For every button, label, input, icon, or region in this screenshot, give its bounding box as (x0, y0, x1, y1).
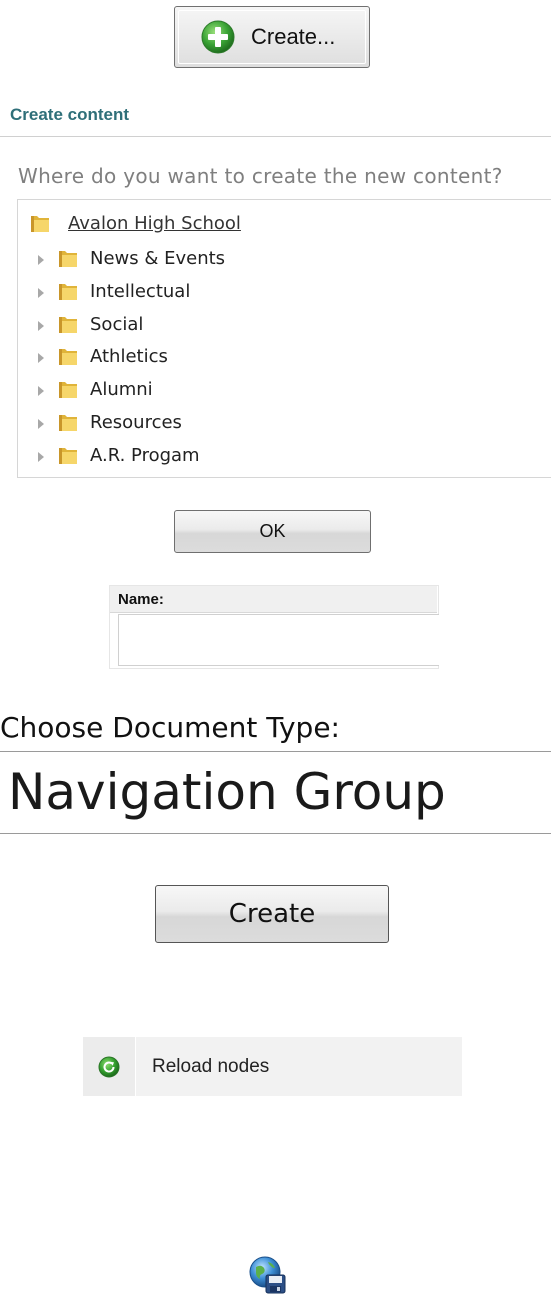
expand-arrow-icon[interactable] (38, 255, 44, 265)
create-menu-button[interactable]: Create... (174, 6, 370, 68)
tree-item[interactable]: Social (38, 313, 143, 335)
document-type-selected-value[interactable]: Navigation Group (8, 760, 446, 824)
ok-button[interactable]: OK (174, 510, 371, 553)
name-input[interactable] (118, 614, 439, 666)
folder-icon (59, 284, 77, 300)
tree-item-label[interactable]: Alumni (90, 379, 153, 400)
folder-icon (59, 317, 77, 333)
panel-title: Create content (10, 105, 130, 124)
folder-icon (59, 349, 77, 365)
create-button[interactable]: Create (155, 885, 389, 943)
document-type-label: Choose Document Type: (0, 711, 340, 744)
tree-item[interactable]: Intellectual (38, 280, 190, 302)
tree-item-label[interactable]: Resources (90, 412, 182, 433)
expand-arrow-icon[interactable] (38, 353, 44, 363)
tree-item[interactable]: A.R. Progam (38, 444, 200, 466)
expand-arrow-icon[interactable] (38, 419, 44, 429)
expand-arrow-icon[interactable] (38, 321, 44, 331)
create-menu-label: Create... (251, 24, 336, 49)
reload-icon-cell (83, 1037, 136, 1096)
reload-nodes-label: Reload nodes (152, 1055, 270, 1077)
expand-arrow-icon[interactable] (38, 288, 44, 298)
reload-nodes-menu-item[interactable]: Reload nodes (83, 1037, 462, 1096)
folder-icon (59, 382, 77, 398)
tree-item-label[interactable]: Intellectual (90, 281, 190, 302)
tree-item-label[interactable]: A.R. Progam (90, 445, 200, 466)
content-tree (17, 199, 551, 478)
folder-icon (59, 448, 77, 464)
tree-item[interactable]: News & Events (38, 247, 225, 269)
add-green-icon (201, 20, 235, 54)
tree-item-label[interactable]: Athletics (90, 346, 168, 367)
tree-root-label[interactable]: Avalon High School (68, 213, 241, 234)
tree-item[interactable]: Athletics (38, 345, 168, 367)
folder-icon (59, 251, 77, 267)
folder-icon (31, 216, 49, 232)
tree-item[interactable]: Alumni (38, 378, 153, 400)
expand-arrow-icon[interactable] (38, 386, 44, 396)
reload-green-icon (98, 1056, 120, 1077)
divider (0, 136, 551, 137)
tree-root-node[interactable]: Avalon High School (30, 212, 241, 234)
folder-icon (59, 415, 77, 431)
globe-save-icon[interactable] (248, 1255, 288, 1295)
tree-item-label[interactable]: Social (90, 314, 143, 335)
expand-arrow-icon[interactable] (38, 452, 44, 462)
tree-item-label[interactable]: News & Events (90, 248, 225, 269)
location-question: Where do you want to create the new cont… (18, 164, 503, 188)
name-label: Name: (118, 591, 164, 608)
tree-item[interactable]: Resources (38, 411, 182, 433)
